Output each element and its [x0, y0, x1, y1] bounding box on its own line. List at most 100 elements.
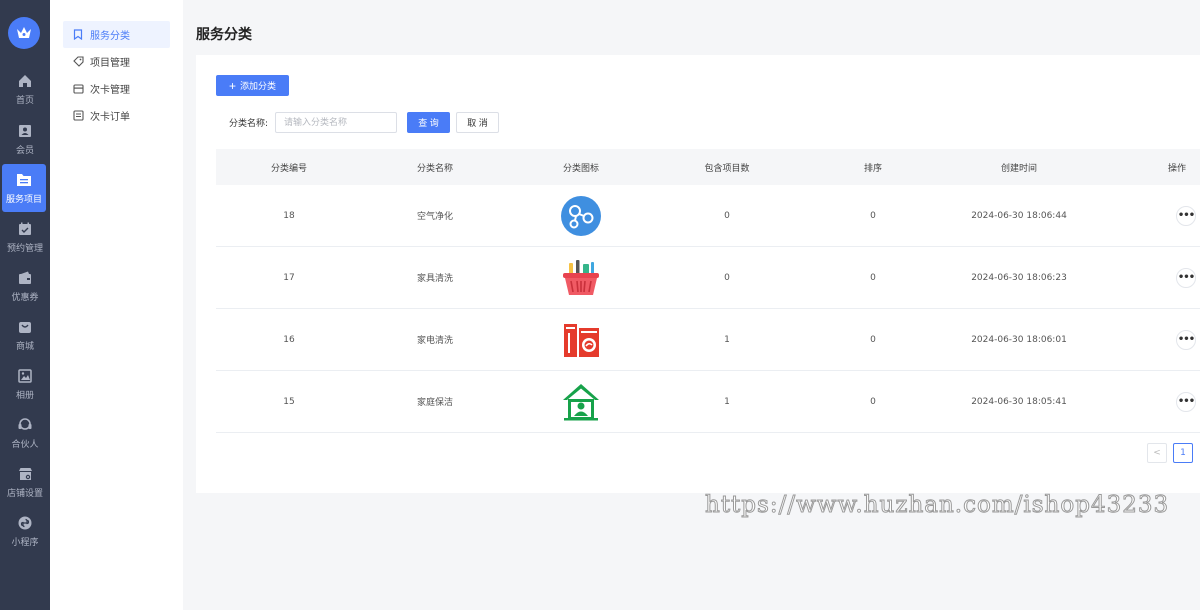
- rail-item-home[interactable]: 首页: [0, 65, 50, 113]
- cell-name: 空气净化: [416, 212, 453, 222]
- rail-item-service[interactable]: 服务项目: [2, 164, 46, 212]
- service-icon: [16, 172, 32, 188]
- miniprogram-icon: [17, 515, 33, 531]
- mall-icon: [17, 319, 33, 335]
- header-icon: 分类图标: [562, 163, 599, 174]
- rail-item-label: 商城: [15, 341, 34, 352]
- rail-item-member[interactable]: 会员: [0, 115, 50, 163]
- air-purify-icon: [560, 195, 602, 237]
- cell-sort: 0: [870, 210, 876, 221]
- rail-item-store-settings[interactable]: 店铺设置: [0, 458, 50, 506]
- subnav-item-service-category[interactable]: 服务分类: [63, 21, 170, 48]
- bookmark-icon: [73, 29, 85, 41]
- app-logo[interactable]: [8, 17, 40, 49]
- home-icon: [17, 73, 33, 89]
- add-category-label: 添加分类: [240, 81, 277, 91]
- query-button[interactable]: 查 询: [407, 112, 450, 133]
- cell-count: 1: [724, 396, 730, 407]
- rail-item-booking[interactable]: 预约管理: [0, 213, 50, 261]
- table-row: 18 空气净化 0 0 2024-06-30 18:06:44 •••: [216, 185, 1200, 247]
- category-name-input[interactable]: [275, 112, 397, 133]
- cell-id: 15: [283, 396, 295, 407]
- rail-item-label: 会员: [15, 145, 34, 156]
- rail-item-label: 小程序: [11, 537, 39, 548]
- subnav-item-label: 项目管理: [90, 58, 130, 69]
- header-id: 分类编号: [270, 163, 307, 174]
- rail-item-coupon[interactable]: 优惠券: [0, 262, 50, 310]
- cell-created: 2024-06-30 18:06:01: [971, 334, 1067, 345]
- rail-item-label: 合伙人: [11, 439, 39, 450]
- cell-id: 18: [283, 210, 295, 221]
- subnav-item-project-mgmt[interactable]: 项目管理: [63, 48, 170, 75]
- more-actions-button[interactable]: •••: [1176, 267, 1196, 288]
- header-sort: 排序: [863, 163, 882, 174]
- rail-item-label: 预约管理: [6, 243, 43, 254]
- rail-item-label: 优惠券: [11, 292, 39, 303]
- appliance-icon: [560, 319, 602, 361]
- table-row: 17 家具清洗 0 0 2024-06-30 18:06:23 •••: [216, 247, 1200, 309]
- cell-icon: [508, 257, 654, 299]
- header-created: 创建时间: [1000, 163, 1037, 174]
- subnav-item-card-orders[interactable]: 次卡订单: [63, 102, 170, 129]
- cell-count: 0: [724, 210, 730, 221]
- partner-icon: [17, 417, 33, 433]
- main-nav-rail: 首页 会员 服务项目 预约管理 优惠券 商城 相册 合伙人 店铺设置 小程序: [0, 0, 50, 610]
- subnav-item-card-mgmt[interactable]: 次卡管理: [63, 75, 170, 102]
- crown-icon: [17, 27, 31, 38]
- subnav-item-label: 服务分类: [90, 31, 130, 42]
- card-icon: [73, 83, 85, 95]
- cell-actions: •••: [1092, 391, 1200, 412]
- page-button-current[interactable]: 1: [1173, 443, 1193, 463]
- rail-item-album[interactable]: 相册: [0, 360, 50, 408]
- subnav-item-label: 次卡管理: [90, 85, 130, 96]
- rail-item-label: 服务项目: [5, 194, 42, 205]
- rail-item-label: 相册: [15, 390, 34, 401]
- store-icon: [17, 466, 33, 482]
- rail-item-label: 首页: [15, 95, 34, 106]
- category-table: 分类编号 分类名称 分类图标 包含项目数 排序 创建时间 操作 18 空气净化: [216, 149, 1200, 433]
- cell-name: 家电清洗: [416, 336, 453, 346]
- basket-icon: [560, 257, 602, 299]
- content-card: + 添加分类 分类名称: 查 询 取 消 分类编号 分类名称 分类图标 包含项目…: [196, 55, 1200, 493]
- pagination: < 1: [1147, 443, 1193, 463]
- cell-count: 1: [724, 334, 730, 345]
- plus-icon: +: [228, 78, 236, 93]
- more-actions-button[interactable]: •••: [1176, 205, 1196, 226]
- cell-count: 0: [724, 272, 730, 283]
- cell-created: 2024-06-30 18:05:41: [971, 396, 1067, 407]
- order-icon: [73, 110, 85, 122]
- cell-name: 家具清洗: [416, 274, 453, 284]
- sub-nav: 服务分类 项目管理 次卡管理 次卡订单: [50, 0, 183, 610]
- header-name: 分类名称: [416, 163, 453, 174]
- cell-sort: 0: [870, 396, 876, 407]
- cell-actions: •••: [1092, 205, 1200, 226]
- house-icon: [560, 381, 602, 423]
- subnav-item-label: 次卡订单: [90, 112, 130, 123]
- cancel-button[interactable]: 取 消: [456, 112, 499, 133]
- cell-name: 家庭保洁: [416, 398, 453, 408]
- rail-item-label: 店铺设置: [6, 488, 43, 499]
- rail-item-mall[interactable]: 商城: [0, 311, 50, 359]
- watermark-text: https://www.huzhan.com/ishop43233: [704, 492, 1170, 519]
- cell-icon: [508, 381, 654, 423]
- album-icon: [17, 368, 33, 384]
- cell-icon: [508, 195, 654, 237]
- page-title: 服务分类: [196, 27, 252, 43]
- cell-sort: 0: [870, 334, 876, 345]
- table-row: 15 家庭保洁 1 0 2024-06-30 18:05:41 •••: [216, 371, 1200, 433]
- prev-page-button[interactable]: <: [1147, 443, 1167, 463]
- table-row: 16 家电清洗 1 0 2024-06-30 18:06:01 •••: [216, 309, 1200, 371]
- add-category-button[interactable]: + 添加分类: [216, 75, 289, 96]
- cell-id: 16: [283, 334, 295, 345]
- rail-item-partner[interactable]: 合伙人: [0, 409, 50, 457]
- cell-icon: [508, 319, 654, 361]
- cell-id: 17: [283, 272, 295, 283]
- more-actions-button[interactable]: •••: [1176, 329, 1196, 350]
- coupon-icon: [17, 270, 33, 286]
- more-actions-button[interactable]: •••: [1176, 391, 1196, 412]
- cell-created: 2024-06-30 18:06:44: [971, 210, 1067, 221]
- header-actions: 操作: [1167, 163, 1186, 174]
- table-header: 分类编号 分类名称 分类图标 包含项目数 排序 创建时间 操作: [216, 149, 1200, 185]
- cell-actions: •••: [1092, 329, 1200, 350]
- rail-item-miniprogram[interactable]: 小程序: [0, 507, 50, 555]
